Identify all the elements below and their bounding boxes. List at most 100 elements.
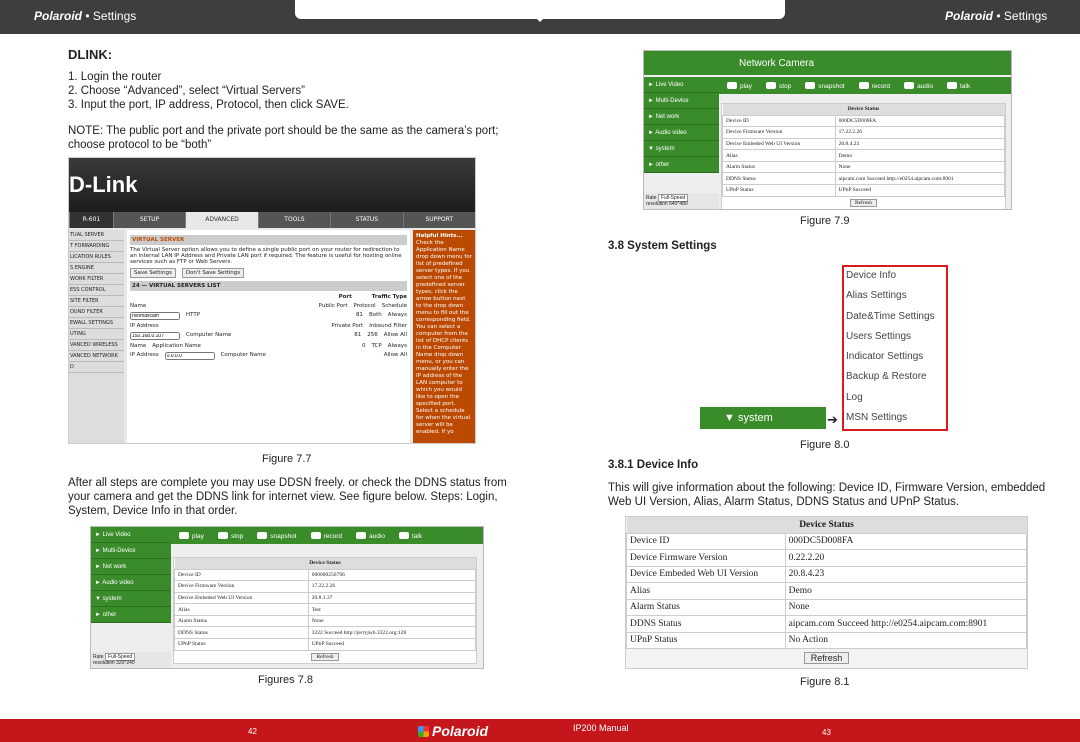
dlink-schedule-value-2[interactable]: Always: [388, 343, 407, 349]
dlink-ip-input-2[interactable]: [164, 352, 215, 360]
dlink-schedule-value[interactable]: Always: [388, 312, 407, 320]
status-label: Device Embeded Web UI Version: [722, 137, 836, 151]
dlink-side-item[interactable]: VANCED NETWORK: [69, 351, 124, 362]
dlink-side-item[interactable]: UTING: [69, 329, 124, 340]
dlink-ip-input[interactable]: [130, 332, 180, 340]
dlink-proto-tcp[interactable]: TCP: [372, 343, 382, 349]
menu-audio-video[interactable]: ► Audio video: [644, 125, 719, 141]
refresh-button[interactable]: Refresh: [803, 652, 850, 664]
menu-system[interactable]: ▼ system: [644, 141, 719, 157]
dlink-ip-label: IP Address: [130, 323, 159, 329]
camera-toolbar: play stop snapshot record audio talk: [171, 527, 483, 544]
dlink-description: The Virtual Server option allows you to …: [130, 247, 402, 265]
status-value: 20.8.1.37: [307, 591, 477, 605]
dlink-allow-all[interactable]: Allow All: [384, 332, 407, 340]
talk-button[interactable]: talk: [399, 532, 422, 540]
dlink-side-item[interactable]: D: [69, 362, 124, 373]
dlink-tab-tools[interactable]: TOOLS: [257, 212, 330, 228]
status-value: Demo: [784, 582, 1028, 600]
snapshot-button[interactable]: snapshot: [257, 532, 296, 540]
submenu-log[interactable]: Log: [846, 392, 946, 412]
dlink-proto-num[interactable]: 256: [367, 332, 378, 340]
menu-audio-video[interactable]: ► Audio video: [91, 575, 171, 591]
dlink-side-item[interactable]: EWALL SETTINGS: [69, 318, 124, 329]
record-button[interactable]: record: [311, 532, 342, 540]
dlink-side-item[interactable]: SITE FILTER: [69, 296, 124, 307]
device-status-large: Device Status Device ID 000DC5D008FA Devi…: [625, 516, 1028, 669]
menu-multi-device[interactable]: ► Multi-Device: [91, 543, 171, 559]
system-submenu: Device Info Alias Settings Date&Time Set…: [842, 265, 948, 431]
play-button[interactable]: play: [727, 82, 752, 90]
submenu-backup-restore[interactable]: Backup & Restore: [846, 371, 946, 391]
refresh-button[interactable]: Refresh: [849, 198, 878, 207]
dlink-name-input[interactable]: [130, 312, 180, 320]
dlink-port-value[interactable]: 81: [356, 312, 363, 320]
dlink-tab-status[interactable]: STATUS: [330, 212, 402, 228]
dlink-computer-select-2[interactable]: Computer Name: [221, 352, 266, 360]
dlink-tab-advanced[interactable]: ADVANCED: [185, 212, 258, 228]
dlink-side-item[interactable]: TUAL SERVER: [69, 230, 124, 241]
top-bar: Polaroid • Settings Polaroid • Settings: [0, 0, 1080, 34]
figure-7-8-caption: Figures 7.8: [258, 674, 314, 686]
resolution-value[interactable]: 640*480: [669, 201, 688, 207]
menu-network[interactable]: ► Net work: [91, 559, 171, 575]
dlink-side-item[interactable]: T FORWARDING: [69, 241, 124, 252]
dlink-port-value-2[interactable]: 0: [362, 343, 366, 349]
dlink-computer-select[interactable]: Computer Name: [186, 332, 231, 340]
dlink-side-item[interactable]: ESS CONTROL: [69, 285, 124, 296]
page-number-left: 42: [248, 727, 257, 736]
dlink-side-item[interactable]: S ENGINE: [69, 263, 124, 274]
dlink-save-button[interactable]: Save Settings: [130, 268, 176, 278]
submenu-device-info[interactable]: Device Info: [846, 270, 946, 290]
record-button[interactable]: record: [859, 82, 890, 90]
dlink-inbound-label: Inbound Filter: [369, 323, 407, 329]
dlink-dont-save-button[interactable]: Don't Save Settings: [181, 268, 245, 278]
resolution-value[interactable]: 320*240: [116, 660, 135, 666]
submenu-alias-settings[interactable]: Alias Settings: [846, 290, 946, 310]
settings-right: Settings: [1003, 9, 1048, 23]
device-info-paragraph: This will give information about the fol…: [608, 482, 1046, 508]
menu-network[interactable]: ► Net work: [644, 109, 719, 125]
menu-other[interactable]: ► other: [644, 157, 719, 173]
dlink-tab-support[interactable]: SUPPORT: [402, 212, 475, 228]
dlink-side-item[interactable]: OUND FILTER: [69, 307, 124, 318]
menu-other[interactable]: ► other: [91, 607, 171, 623]
status-value: UPnP Succeed: [834, 184, 1006, 197]
status-label: Device Firmware Version: [722, 126, 836, 139]
menu-system[interactable]: ▼ system: [91, 591, 171, 607]
status-value: 000000256796: [307, 568, 477, 582]
refresh-button[interactable]: Refresh: [311, 652, 339, 661]
stop-button[interactable]: stop: [766, 82, 791, 90]
dlink-side-item[interactable]: VANCED WIRELESS: [69, 340, 124, 351]
menu-live-video[interactable]: ► Live Video: [91, 527, 171, 543]
snapshot-button[interactable]: snapshot: [805, 82, 844, 90]
note-text: NOTE: The public port and the private po…: [68, 125, 499, 151]
status-value: 000DC5D008FA: [784, 532, 1028, 550]
dlink-private-port-value[interactable]: 81: [354, 332, 361, 340]
dlink-side-item[interactable]: WORK FILTER: [69, 274, 124, 285]
system-settings-heading: 3.8 System Settings: [608, 240, 717, 252]
dlink-side-item[interactable]: LICATION RULES: [69, 252, 124, 263]
submenu-indicator-settings[interactable]: Indicator Settings: [846, 351, 946, 371]
menu-live-video[interactable]: ► Live Video: [644, 77, 719, 93]
dlink-title: DLINK:: [68, 47, 113, 62]
figure-7-9-caption: Figure 7.9: [800, 215, 850, 227]
status-value: 17.22.2.26: [307, 580, 477, 593]
stop-button[interactable]: stop: [218, 532, 243, 540]
submenu-datetime-settings[interactable]: Date&Time Settings: [846, 311, 946, 331]
dlink-allow-all-2[interactable]: Allow All: [384, 352, 407, 360]
status-value: None: [834, 160, 1006, 174]
dlink-app-select[interactable]: HTTP: [186, 312, 200, 320]
talk-button[interactable]: talk: [947, 82, 970, 90]
submenu-msn-settings[interactable]: MSN Settings: [846, 412, 946, 432]
submenu-users-settings[interactable]: Users Settings: [846, 331, 946, 351]
audio-button[interactable]: audio: [356, 532, 385, 540]
system-button[interactable]: ▼ system: [700, 407, 826, 429]
menu-multi-device[interactable]: ► Multi-Device: [644, 93, 719, 109]
play-button[interactable]: play: [179, 532, 204, 540]
audio-button[interactable]: audio: [904, 82, 933, 90]
dlink-app-name-select[interactable]: Application Name: [152, 343, 201, 349]
dlink-private-port-label: Private Port: [331, 323, 364, 329]
dlink-tab-setup[interactable]: SETUP: [112, 212, 185, 228]
dlink-protocol-value[interactable]: Both: [369, 312, 382, 320]
